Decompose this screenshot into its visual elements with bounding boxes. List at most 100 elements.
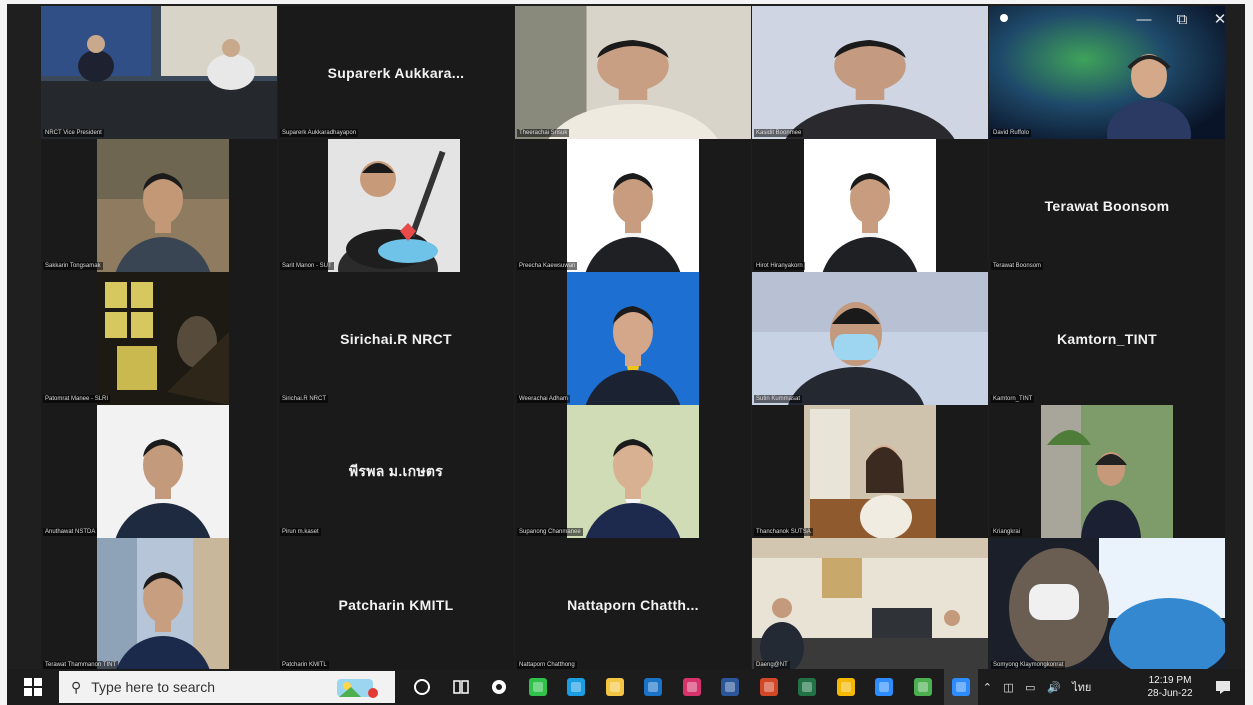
participant-video	[328, 139, 460, 272]
participant-name-label: Sakkarin Tongsamak	[43, 262, 103, 270]
participant-display-name: Terawat Boonsom	[1044, 197, 1170, 214]
participant-video	[515, 6, 751, 139]
input-language[interactable]: ไทย	[1072, 678, 1091, 696]
participant-tile[interactable]: Weerachai Adham	[515, 272, 751, 405]
participant-tile[interactable]: Terawat Boonsom Terawat Boonsom	[989, 139, 1225, 272]
word-icon[interactable]	[713, 669, 747, 705]
taskbar-search-box[interactable]: ⚲ Type here to search	[59, 671, 395, 703]
participant-name-label: Pirun m.kaset	[280, 528, 321, 536]
participant-video	[567, 405, 699, 538]
participant-video	[567, 272, 699, 405]
excel-icon[interactable]	[790, 669, 824, 705]
participant-display-name: พีรพล ม.เกษตร	[348, 462, 444, 479]
participant-name-label: Kamtorn_TINT	[991, 395, 1035, 403]
participant-name-label: Patcharin KMITL	[280, 661, 329, 669]
participant-tile[interactable]: Patomrat Manee - SLRI	[41, 272, 277, 405]
network-icon[interactable]: ◫	[1003, 681, 1013, 694]
participant-video	[989, 538, 1225, 669]
participant-name-label: Daeng@NT	[754, 661, 790, 669]
volume-icon[interactable]: 🔊	[1047, 681, 1061, 694]
participant-video	[752, 6, 988, 139]
participant-tile[interactable]: Hirot Hiranyakorn	[752, 139, 988, 272]
participant-tile[interactable]: Suparerk Aukkara... Suparerk Aukkaradhaya…	[278, 6, 514, 139]
participant-tile[interactable]: Kasidit Boonmee	[752, 6, 988, 139]
clock[interactable]: 12:19 PM 28-Jun-22	[1135, 669, 1205, 705]
participant-tile[interactable]: Sarit Manon - SUT	[278, 139, 514, 272]
participant-video	[97, 538, 229, 669]
participant-tile[interactable]: Preecha Kaewsuwan	[515, 139, 751, 272]
participant-video	[97, 405, 229, 538]
participant-video	[804, 405, 936, 538]
participant-name-label: Nattaporn Chatthong	[517, 661, 577, 669]
participant-tile[interactable]: พีรพล ม.เกษตร Pirun m.kaset	[278, 405, 514, 538]
participant-tile[interactable]: Supanong Chanmanee	[515, 405, 751, 538]
restore-icon[interactable]: ⧉	[1163, 4, 1201, 34]
participant-name-label: Sutin Kummasat	[754, 395, 803, 403]
notification-center-icon[interactable]	[1207, 669, 1239, 705]
participant-name-label: Preecha Kaewsuwan	[517, 262, 578, 270]
search-icon: ⚲	[71, 678, 82, 695]
python-icon[interactable]	[829, 669, 863, 705]
participant-video	[804, 139, 936, 272]
powerpoint-icon[interactable]	[752, 669, 786, 705]
participant-display-name: Sirichai.R NRCT	[340, 330, 452, 347]
participant-name-label: Hirot Hiranyakorn	[754, 262, 805, 270]
participant-tile[interactable]: Sutin Kummasat	[752, 272, 988, 405]
participant-name-label: Theerachai Srisuk	[517, 129, 570, 137]
cortana-icon[interactable]	[405, 669, 439, 705]
participant-name-label: NRCT Vice President	[43, 129, 104, 137]
participant-name-label: Kriangkrai	[991, 528, 1023, 536]
participant-tile[interactable]: Kriangkrai	[989, 405, 1225, 538]
participant-video	[41, 6, 277, 139]
participant-video	[1041, 405, 1173, 538]
participant-tile[interactable]: Kamtorn_TINT Kamtorn_TINT	[989, 272, 1225, 405]
zoom-meeting-icon[interactable]	[867, 669, 901, 705]
search-placeholder: Type here to search	[91, 679, 216, 695]
chevron-up-icon[interactable]: ⌃	[983, 681, 992, 694]
participant-video	[97, 272, 229, 405]
participant-tile[interactable]: Daeng@NT	[752, 538, 988, 669]
participant-name-label: Somyong Klaymongkonrat	[991, 661, 1066, 669]
start-button[interactable]	[15, 669, 51, 705]
settings-gear-icon[interactable]	[482, 669, 516, 705]
participant-name-label: Weerachai Adham	[517, 395, 570, 403]
participant-display-name: Kamtorn_TINT	[1056, 330, 1158, 347]
participant-tile[interactable]: Sirichai.R NRCT Sirichai.R NRCT	[278, 272, 514, 405]
close-icon[interactable]: ✕	[1201, 4, 1239, 34]
participant-tile[interactable]: Thanchanok SUTSA	[752, 405, 988, 538]
participant-name-label: Suparerk Aukkaradhayapon	[280, 129, 359, 137]
participant-video	[752, 272, 988, 405]
edge-browser-icon[interactable]	[559, 669, 593, 705]
task-view-icon[interactable]	[444, 669, 478, 705]
participant-name-label: David Ruffolo	[991, 129, 1031, 137]
minimize-icon[interactable]: —	[1125, 4, 1163, 34]
battery-icon[interactable]: ▭	[1025, 681, 1035, 694]
participant-display-name: Suparerk Aukkara...	[327, 64, 465, 81]
participant-tile[interactable]: Anuthawat NSTDA	[41, 405, 277, 538]
window-controls: — ⧉ ✕	[1125, 4, 1239, 34]
participant-tile[interactable]: Somyong Klaymongkonrat	[989, 538, 1225, 669]
participant-name-label: Supanong Chanmanee	[517, 528, 583, 536]
outlook-icon[interactable]	[636, 669, 670, 705]
participant-tile[interactable]: Patcharin KMITL Patcharin KMITL	[278, 538, 514, 669]
participant-name-label: Anuthawat NSTDA	[43, 528, 98, 536]
system-tray: ⌃ ◫ ▭ 🔊 ไทย	[977, 669, 1097, 705]
participant-tile[interactable]: Theerachai Srisuk	[515, 6, 751, 139]
participant-name-label: Kasidit Boonmee	[754, 129, 804, 137]
clock-date: 28-Jun-22	[1147, 688, 1193, 699]
participant-name-label: Thanchanok SUTSA	[754, 528, 813, 536]
windows-logo-icon	[24, 678, 42, 696]
active-app-icon[interactable]	[944, 669, 978, 705]
participant-video	[752, 538, 988, 669]
gallery-view: NRCT Vice President Suparerk Aukkara... Su…	[41, 6, 1225, 669]
participant-video	[567, 139, 699, 272]
participant-tile[interactable]: Nattaporn Chatth... Nattaporn Chatthong	[515, 538, 751, 669]
line-app-icon[interactable]	[521, 669, 555, 705]
media-player-icon[interactable]	[675, 669, 709, 705]
file-explorer-icon[interactable]	[598, 669, 632, 705]
participant-tile[interactable]: Sakkarin Tongsamak	[41, 139, 277, 272]
participant-tile[interactable]: Terawat Thammanon TINT	[41, 538, 277, 669]
participant-tile[interactable]: NRCT Vice President	[41, 6, 277, 139]
green-app-icon[interactable]	[906, 669, 940, 705]
participant-display-name: Nattaporn Chatth...	[567, 596, 699, 613]
